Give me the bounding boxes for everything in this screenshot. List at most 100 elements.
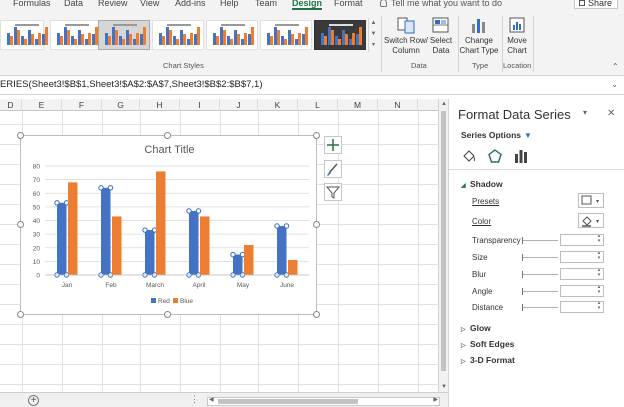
series-options-dropdown[interactable]: Series Options ▼ <box>461 130 532 140</box>
change-chart-type-label-1: Change <box>464 36 494 45</box>
size-spinner[interactable] <box>560 250 604 263</box>
bar-red[interactable] <box>57 202 67 275</box>
blur-slider[interactable] <box>522 271 558 278</box>
chart-style-6[interactable] <box>260 20 312 50</box>
transparency-slider[interactable] <box>522 237 558 244</box>
column-header-j[interactable]: J <box>220 99 258 111</box>
chart-filters-button[interactable] <box>324 183 342 201</box>
distance-slider[interactable] <box>522 304 558 311</box>
tab-design[interactable]: Design <box>292 0 323 10</box>
soft-edges-section-header[interactable]: ▷ Soft Edges <box>461 339 514 349</box>
resize-handle-tr[interactable] <box>313 132 320 139</box>
chart-style-5[interactable] <box>206 20 258 50</box>
column-header-i[interactable]: I <box>180 99 220 111</box>
change-chart-type-button[interactable]: Change Chart Type <box>458 16 500 56</box>
tab-team[interactable]: Team <box>255 0 277 8</box>
chart-object[interactable]: Chart Title 0 10 20 30 40 50 60 70 80 Jan Feb March… <box>20 135 317 315</box>
collapse-ribbon-icon[interactable]: ⌃ <box>612 62 619 71</box>
angle-spinner[interactable] <box>560 284 604 297</box>
transparency-spinner[interactable] <box>560 233 604 246</box>
share-button[interactable]: Share <box>574 0 618 9</box>
column-header-f[interactable]: F <box>62 99 102 111</box>
data-group-label: Data <box>411 61 427 70</box>
horizontal-scrollbar[interactable]: ◀ ▶ <box>207 397 440 406</box>
blur-spinner[interactable] <box>560 267 604 280</box>
add-sheet-button[interactable]: + <box>28 395 39 406</box>
select-data-button[interactable]: Select Data <box>428 16 454 56</box>
distance-spinner[interactable] <box>560 300 604 313</box>
chart-style-3[interactable] <box>98 20 150 50</box>
angle-slider[interactable] <box>522 288 558 295</box>
color-dropdown[interactable]: ▾ <box>578 213 604 228</box>
tab-add-ins[interactable]: Add-ins <box>175 0 206 8</box>
resize-handle-tl[interactable] <box>17 132 24 139</box>
column-header-l[interactable]: L <box>298 99 338 111</box>
horizontal-scroll-thumb[interactable] <box>218 399 358 404</box>
tab-review[interactable]: Review <box>98 0 128 8</box>
column-header-k[interactable]: K <box>258 99 298 111</box>
chart-style-7[interactable] <box>314 20 366 50</box>
column-header-e[interactable]: E <box>22 99 62 111</box>
3d-format-section-header[interactable]: ▷ 3-D Format <box>461 355 515 365</box>
chart-style-1[interactable] <box>0 20 48 50</box>
gallery-scroll[interactable]: ▲ ▼ ▾ <box>368 18 378 52</box>
column-header-n[interactable]: N <box>378 99 418 111</box>
chart-style-4[interactable] <box>152 20 204 50</box>
scroll-right-icon[interactable]: ▶ <box>433 396 438 403</box>
shadow-section-header[interactable]: ◢ Shadow <box>461 179 503 189</box>
resize-handle-tm[interactable] <box>164 132 171 139</box>
tell-me-search[interactable]: Tell me what you want to do <box>380 0 502 8</box>
resize-handle-bl[interactable] <box>17 311 24 318</box>
pane-options-icon[interactable]: ▾ <box>583 108 587 117</box>
close-icon[interactable]: ✕ <box>607 108 615 119</box>
move-chart-button[interactable]: Move Chart <box>502 16 532 56</box>
y-tick-label: 10 <box>33 259 41 266</box>
tab-formulas[interactable]: Formulas <box>13 0 51 8</box>
tab-scroll-dots-icon[interactable]: ⋮ <box>190 394 199 405</box>
bar-blue[interactable] <box>200 216 210 275</box>
gallery-up-icon[interactable]: ▲ <box>369 18 378 29</box>
chart-plot[interactable]: 0 10 20 30 40 50 60 70 80 Jan Feb March April May June… <box>21 136 318 316</box>
fill-line-icon[interactable] <box>461 148 477 164</box>
scroll-left-icon[interactable]: ◀ <box>209 396 214 403</box>
formula-bar[interactable]: ERIES(Sheet3!$B$1,Sheet3!$A$2:$A$7,Sheet… <box>0 76 624 95</box>
column-header-m[interactable]: M <box>338 99 378 111</box>
glow-section-header[interactable]: ▷ Glow <box>461 323 491 333</box>
expand-formula-bar-icon[interactable]: ⌄ <box>611 80 618 89</box>
tab-format[interactable]: Format <box>334 0 363 8</box>
switch-row-column-button[interactable]: Switch Row/ Column <box>384 16 428 56</box>
column-header-g[interactable]: G <box>102 99 140 111</box>
bar-red[interactable] <box>233 254 243 275</box>
resize-handle-ml[interactable] <box>17 221 24 228</box>
chart-elements-button[interactable] <box>324 136 342 154</box>
bar-blue[interactable] <box>68 182 78 275</box>
column-header-d[interactable]: D <box>0 99 22 111</box>
vertical-scroll-thumb[interactable] <box>441 111 446 371</box>
resize-handle-br[interactable] <box>313 311 320 318</box>
tab-help[interactable]: Help <box>220 0 239 8</box>
gallery-down-icon[interactable]: ▼ <box>369 29 378 40</box>
chart-style-2[interactable] <box>50 20 102 50</box>
bar-blue[interactable] <box>156 171 166 275</box>
tab-data[interactable]: Data <box>64 0 83 8</box>
effects-pentagon-icon[interactable] <box>487 148 503 164</box>
vertical-scrollbar[interactable]: ▲ ▼ <box>438 99 448 392</box>
bar-blue[interactable] <box>112 216 122 275</box>
bar-red[interactable] <box>189 210 199 275</box>
resize-handle-bm[interactable] <box>164 311 171 318</box>
bar-blue[interactable] <box>288 260 298 275</box>
bar-red[interactable] <box>277 225 287 275</box>
bar-red[interactable] <box>145 230 155 275</box>
tab-view[interactable]: View <box>140 0 159 8</box>
presets-dropdown[interactable]: ▾ <box>578 193 604 208</box>
series-options-bars-icon[interactable] <box>513 148 529 164</box>
svg-text:▾: ▾ <box>596 199 599 205</box>
bar-red[interactable] <box>101 187 111 275</box>
formula-text[interactable]: ERIES(Sheet3!$B$1,Sheet3!$A$2:$A$7,Sheet… <box>0 79 263 90</box>
gallery-more-icon[interactable]: ▾ <box>369 40 378 51</box>
column-header-h[interactable]: H <box>140 99 180 111</box>
resize-handle-mr[interactable] <box>313 221 320 228</box>
bar-blue[interactable] <box>244 245 254 275</box>
chart-styles-button[interactable] <box>324 160 342 178</box>
size-slider[interactable] <box>522 254 558 261</box>
